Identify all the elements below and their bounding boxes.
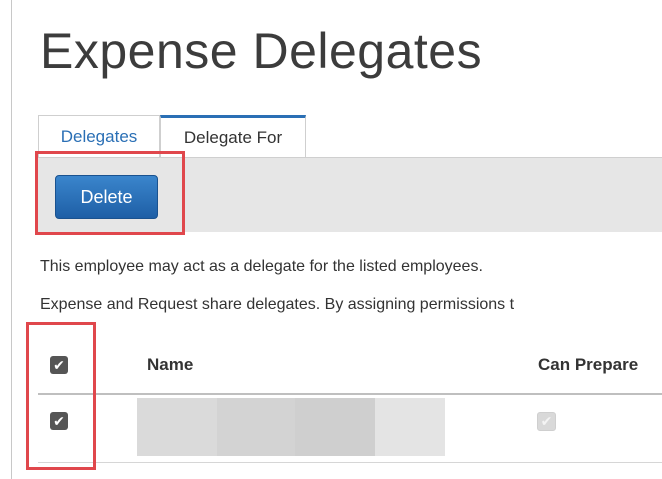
info-text-delegate: This employee may act as a delegate for … [40,258,483,275]
page-title: Expense Delegates [40,23,483,79]
redacted-name-block [217,398,295,456]
can-prepare-checkbox: ✔ [537,412,556,431]
redacted-name-block [137,398,217,456]
table-row-divider [38,462,662,463]
redacted-name-block [295,398,375,456]
column-header-name[interactable]: Name [147,355,193,375]
delete-highlight-box [35,151,185,235]
window-left-border [11,0,12,479]
info-text-share: Expense and Request share delegates. By … [40,296,515,313]
column-header-can-prepare[interactable]: Can Prepare [538,355,638,375]
checkbox-highlight-box [26,322,96,470]
table-header-divider [38,393,662,395]
redacted-name-block [375,398,445,456]
